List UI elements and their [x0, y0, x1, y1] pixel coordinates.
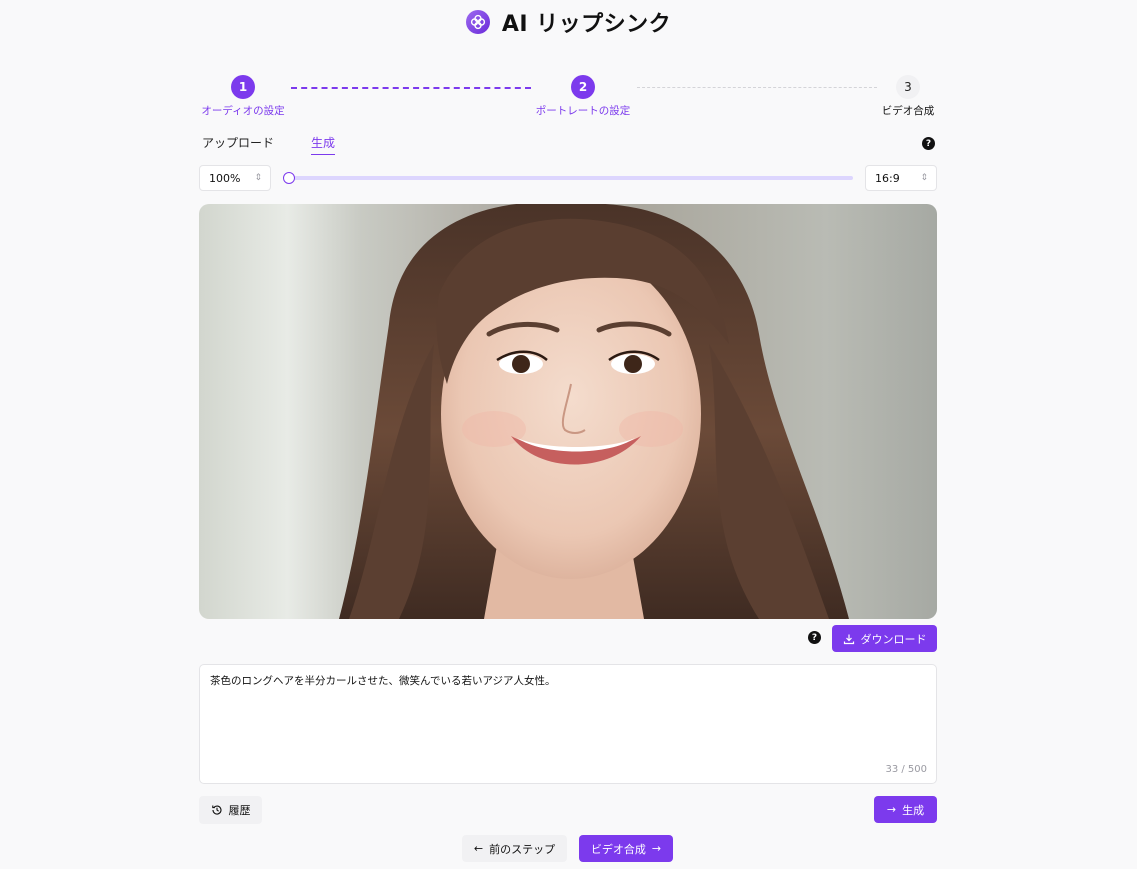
tab-upload[interactable]: アップロード	[202, 134, 274, 155]
zoom-value: 100%	[209, 171, 241, 185]
generate-button[interactable]: → 生成	[874, 796, 937, 823]
prompt-text: 茶色のロングヘアを半分カールさせた、微笑んでいる若いアジア人女性。	[210, 675, 556, 687]
download-icon	[843, 634, 854, 644]
page-title: AI リップシンク	[501, 12, 672, 37]
arrow-right-icon: →	[886, 803, 897, 816]
next-step-button[interactable]: ビデオ合成 →	[579, 835, 673, 862]
source-tabs: アップロード 生成	[202, 134, 336, 155]
step-3-label: ビデオ合成	[881, 105, 935, 117]
step-1[interactable]: 1 オーディオの設定	[199, 75, 287, 118]
character-counter: 33 / 500	[885, 764, 927, 775]
tab-generate[interactable]: 生成	[311, 134, 336, 155]
help-icon[interactable]: ?	[922, 137, 935, 150]
portrait-illustration	[339, 204, 849, 619]
aspect-ratio-value: 16:9	[875, 171, 900, 185]
zoom-slider[interactable]	[283, 172, 853, 184]
download-button[interactable]: ダウンロード	[832, 625, 937, 652]
aspect-ratio-select[interactable]: 16:9 ⇕	[865, 165, 937, 191]
download-row: ? ダウンロード	[199, 625, 937, 652]
download-label: ダウンロード	[860, 632, 927, 646]
step-1-label: オーディオの設定	[201, 105, 285, 117]
step-1-number: 1	[231, 75, 255, 99]
help-icon[interactable]: ?	[808, 631, 821, 644]
step-3-number: 3	[896, 75, 920, 99]
chevron-updown-icon: ⇕	[920, 172, 928, 183]
arrow-left-icon: ←	[473, 842, 484, 855]
step-3[interactable]: 3 ビデオ合成	[879, 75, 937, 118]
generate-label: 生成	[902, 803, 925, 817]
prev-step-label: 前のステップ	[489, 842, 556, 856]
stepper: 1 オーディオの設定 2 ポートレートの設定 3 ビデオ合成	[199, 75, 937, 117]
step-2-label: ポートレートの設定	[535, 105, 631, 117]
zoom-slider-handle[interactable]	[283, 172, 295, 184]
history-button[interactable]: 履歴	[199, 796, 262, 824]
app-header: AI リップシンク	[0, 8, 1137, 37]
history-icon	[211, 805, 222, 815]
step-2[interactable]: 2 ポートレートの設定	[533, 75, 633, 118]
zoom-select[interactable]: 100% ⇕	[199, 165, 271, 191]
chevron-updown-icon: ⇕	[254, 172, 262, 183]
image-controls: 100% ⇕ 16:9 ⇕	[199, 165, 937, 191]
prompt-textarea[interactable]: 茶色のロングヘアを半分カールさせた、微笑んでいる若いアジア人女性。 33 / 5…	[199, 664, 937, 784]
next-step-label: ビデオ合成	[590, 842, 646, 856]
flower-logo-icon	[465, 10, 490, 34]
arrow-right-icon: →	[651, 842, 662, 855]
prev-step-button[interactable]: ← 前のステップ	[462, 835, 567, 862]
portrait-image	[199, 204, 937, 619]
step-connector-2	[637, 87, 877, 88]
step-connector-1	[291, 87, 531, 89]
step-2-number: 2	[571, 75, 595, 99]
history-label: 履歴	[228, 804, 251, 817]
